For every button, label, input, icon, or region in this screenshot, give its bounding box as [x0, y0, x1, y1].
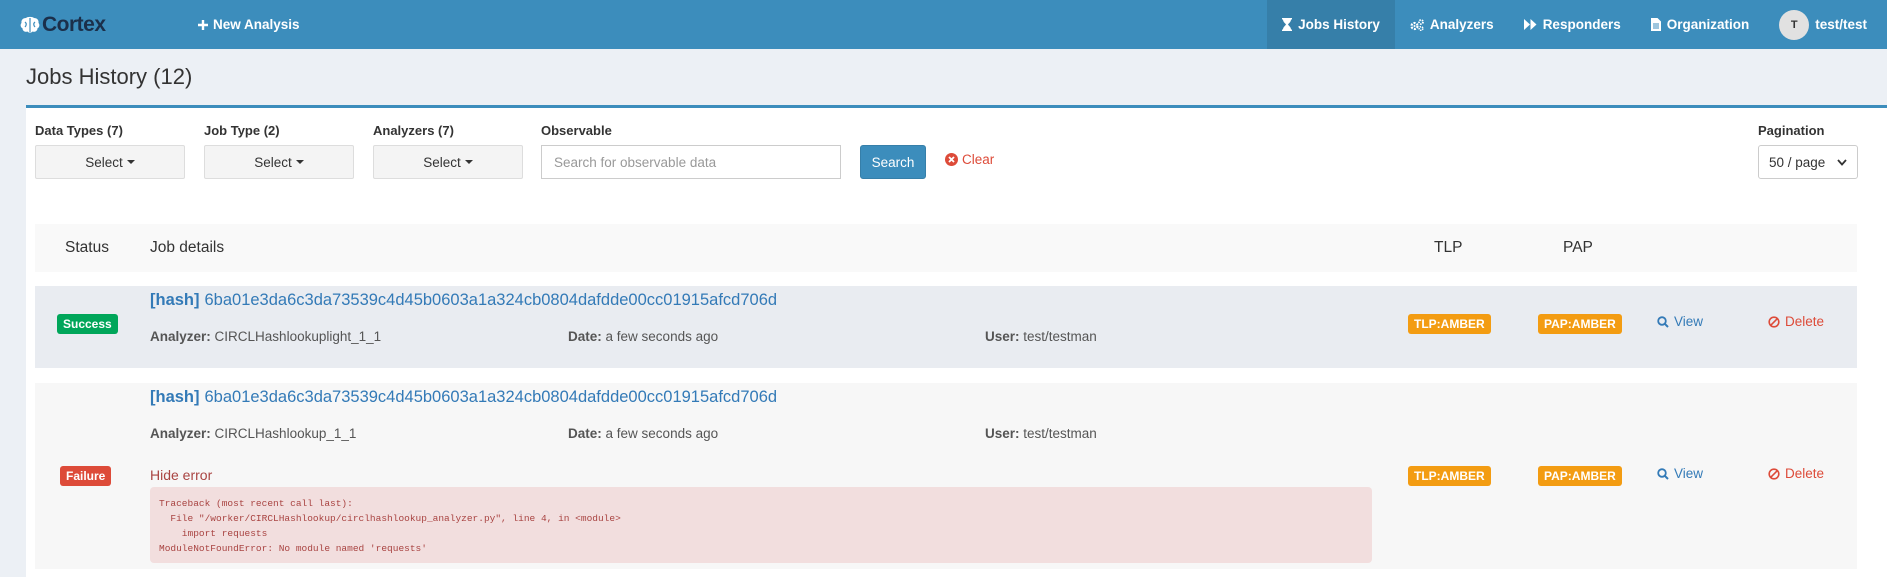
- job-type-label: Job Type (2): [204, 123, 280, 138]
- view-label: View: [1674, 314, 1704, 329]
- ban-icon: [1768, 315, 1780, 328]
- job-hash: 6ba01e3da6c3da73539c4d45b0603a1a324cb080…: [204, 388, 778, 406]
- observable-label: Observable: [541, 123, 612, 138]
- pap-badge: PAP:AMBER: [1538, 466, 1622, 486]
- job-user: User: test/testman: [985, 329, 1097, 344]
- status-badge: Failure: [60, 466, 112, 486]
- observable-search-input[interactable]: [541, 145, 841, 179]
- delete-link[interactable]: Delete: [1768, 466, 1824, 481]
- data-types-label: Data Types (7): [35, 123, 123, 138]
- job-title-link[interactable]: [hash] 6ba01e3da6c3da73539c4d45b0603a1a32…: [150, 388, 777, 407]
- table-header: Status Job details TLP PAP: [35, 224, 1857, 272]
- new-analysis-button[interactable]: New Analysis: [198, 0, 300, 49]
- chevron-down-icon: [1837, 158, 1847, 166]
- analyzers-label: Analyzers (7): [373, 123, 454, 138]
- search-icon: [1657, 467, 1669, 480]
- search-icon: [1657, 315, 1669, 328]
- caret-down-icon: [464, 160, 473, 164]
- job-data-type: [hash]: [150, 388, 200, 406]
- nav-organization-label: Organization: [1666, 17, 1750, 32]
- tlp-badge: TLP:AMBER: [1408, 314, 1491, 334]
- analyzers-value: Select: [423, 154, 461, 170]
- job-data-type: [hash]: [150, 291, 200, 309]
- status-badge: Success: [57, 314, 118, 334]
- plus-icon: [198, 19, 208, 30]
- nav-analyzers-label: Analyzers: [1429, 17, 1494, 32]
- times-circle-icon: [945, 153, 958, 166]
- clear-label: Clear: [962, 152, 995, 167]
- page-title: Jobs History (12): [26, 64, 193, 89]
- pap-badge: PAP:AMBER: [1538, 314, 1622, 334]
- pap-header: PAP: [1563, 239, 1593, 256]
- new-analysis-label: New Analysis: [213, 17, 300, 32]
- nav-responders-label: Responders: [1542, 17, 1621, 32]
- delete-link[interactable]: Delete: [1768, 314, 1824, 329]
- status-header: Status: [65, 239, 109, 256]
- data-types-value: Select: [85, 154, 123, 170]
- tlp-badge: TLP:AMBER: [1408, 466, 1491, 486]
- job-hash: 6ba01e3da6c3da73539c4d45b0603a1a324cb080…: [204, 291, 778, 309]
- nav-jobs-history[interactable]: Jobs History: [1267, 0, 1395, 49]
- jobs-box: Data Types (7) Select Job Type (2) Selec…: [26, 105, 1887, 577]
- top-navbar: Cortex New Analysis Jobs History Analyze…: [0, 0, 1887, 49]
- hide-error-link[interactable]: Hide error: [150, 467, 212, 483]
- delete-label: Delete: [1785, 314, 1825, 329]
- view-link[interactable]: View: [1657, 314, 1703, 329]
- job-details-header: Job details: [150, 239, 225, 256]
- job-date: Date: a few seconds ago: [568, 329, 719, 344]
- error-message: Traceback (most recent call last): File …: [150, 487, 1372, 563]
- caret-down-icon: [295, 160, 304, 164]
- data-types-select[interactable]: Select: [35, 145, 185, 179]
- cogs-icon: [1410, 18, 1424, 31]
- job-date: Date: a few seconds ago: [568, 426, 719, 441]
- user-menu[interactable]: T test/test: [1764, 0, 1887, 49]
- user-name: test/test: [1815, 17, 1867, 32]
- nav-jobs-history-label: Jobs History: [1298, 17, 1380, 32]
- job-type-value: Select: [254, 154, 292, 170]
- nav-organization[interactable]: Organization: [1636, 0, 1765, 49]
- view-link[interactable]: View: [1657, 466, 1703, 481]
- job-user: User: test/testman: [985, 426, 1097, 441]
- pagination-value: 50 / page: [1769, 154, 1826, 170]
- delete-label: Delete: [1785, 466, 1825, 481]
- table-row: Success [hash] 6ba01e3da6c3da73539c4d45b0…: [35, 286, 1857, 368]
- table-row: Failure [hash] 6ba01e3da6c3da73539c4d45b0…: [35, 383, 1857, 569]
- analyzers-select[interactable]: Select: [373, 145, 523, 179]
- brain-icon: [20, 16, 40, 33]
- job-title-link[interactable]: [hash] 6ba01e3da6c3da73539c4d45b0603a1a32…: [150, 291, 777, 310]
- hourglass-icon: [1282, 18, 1293, 31]
- brand-name: Cortex: [42, 12, 106, 36]
- search-button[interactable]: Search: [860, 145, 926, 179]
- caret-down-icon: [126, 160, 135, 164]
- document-icon: [1650, 18, 1661, 31]
- pagination-select[interactable]: 50 / page: [1758, 145, 1858, 179]
- job-type-select[interactable]: Select: [204, 145, 354, 179]
- nav-menu: Jobs History Analyzers Responders Organi…: [1267, 0, 1887, 49]
- fast-forward-icon: [1523, 19, 1537, 30]
- ban-icon: [1768, 467, 1780, 480]
- job-analyzer: Analyzer: CIRCLHashlookup_1_1: [150, 426, 357, 441]
- clear-button[interactable]: Clear: [945, 152, 994, 167]
- avatar: T: [1779, 9, 1810, 40]
- tlp-header: TLP: [1434, 239, 1463, 256]
- job-analyzer: Analyzer: CIRCLHashlookuplight_1_1: [150, 329, 382, 344]
- pagination-label: Pagination: [1758, 123, 1825, 138]
- view-label: View: [1674, 466, 1704, 481]
- nav-responders[interactable]: Responders: [1509, 0, 1636, 49]
- brand-logo[interactable]: Cortex: [20, 0, 106, 49]
- nav-analyzers[interactable]: Analyzers: [1395, 0, 1509, 49]
